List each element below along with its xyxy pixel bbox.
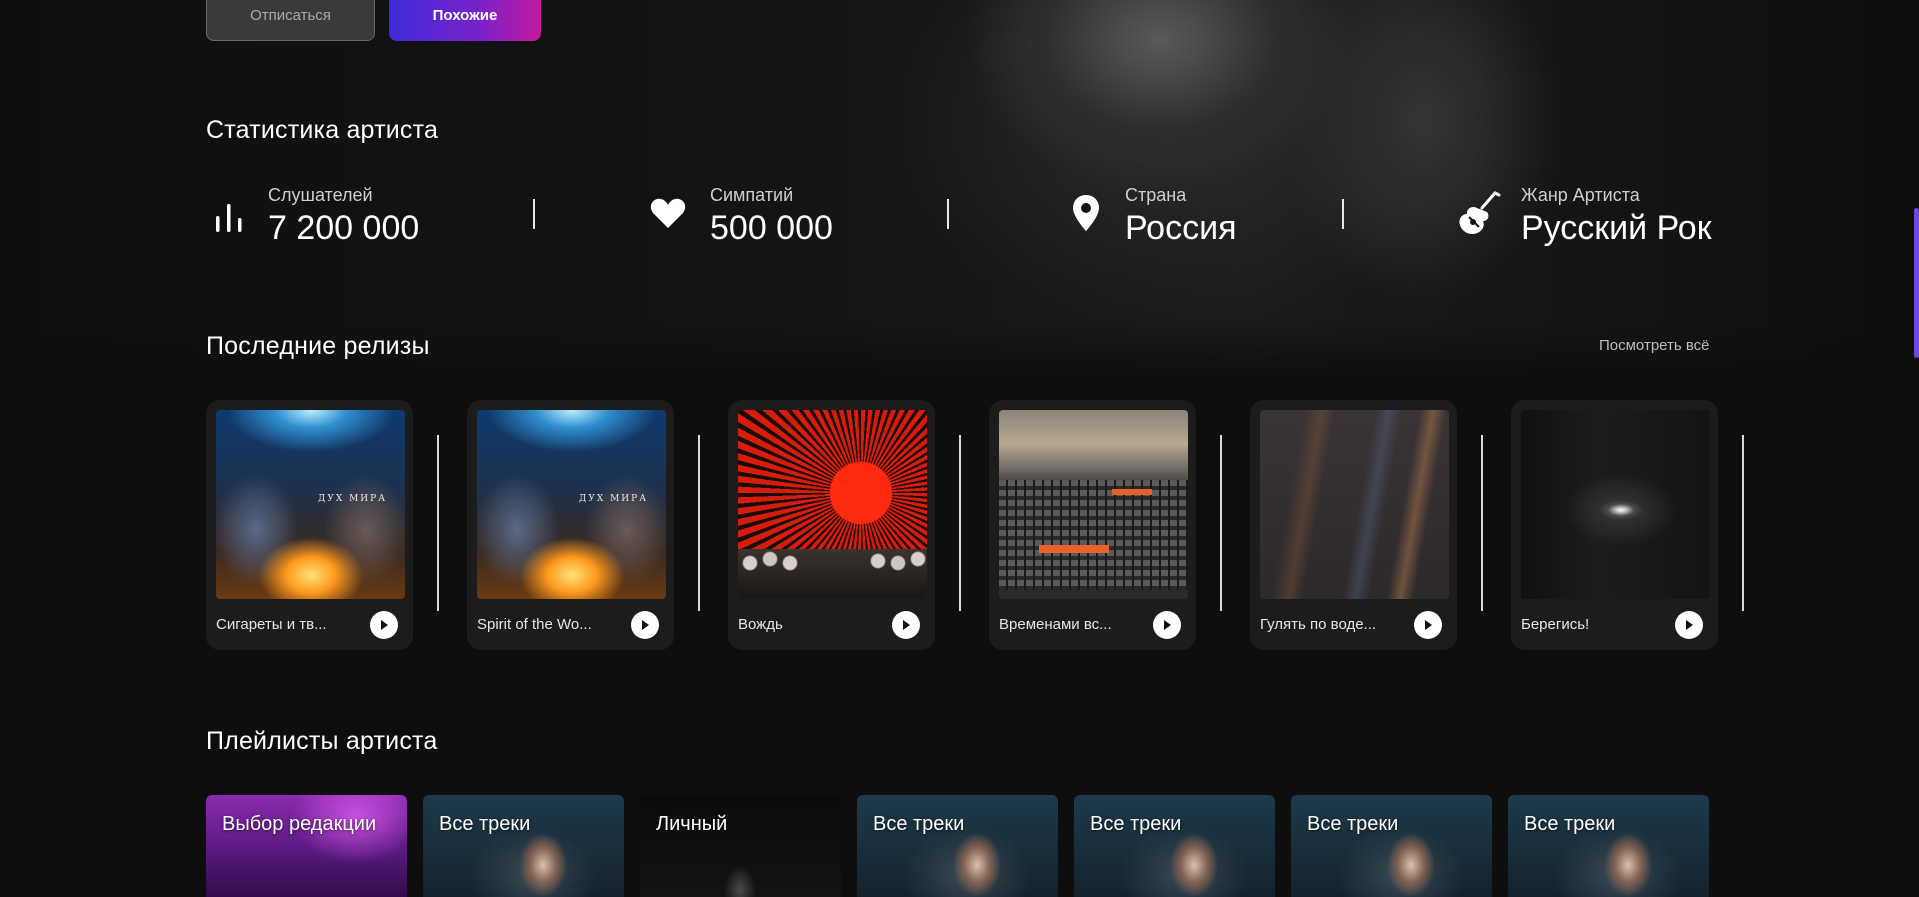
cover-crowd-illustration [738, 549, 927, 599]
stat-likes-label: Симпатий [710, 185, 794, 205]
playlist-name: Выбор редакции [222, 813, 377, 835]
stat-country-label: Страна [1125, 185, 1187, 205]
stat-genre: Жанр Артиста Русский Рок [1455, 185, 1715, 255]
stat-listeners-label: Слушателей [268, 185, 373, 205]
play-button[interactable] [1675, 611, 1703, 639]
stat-country: Страна Россия [1066, 185, 1316, 255]
electric-guitar-icon [1459, 191, 1501, 235]
release-cover [999, 410, 1188, 599]
release-cover [1260, 410, 1449, 599]
stat-divider [947, 199, 949, 229]
release-divider [959, 435, 961, 611]
releases-title: Последние релизы [206, 332, 430, 360]
release-name: Spirit of the Wo... [477, 616, 592, 633]
release-card[interactable]: ДУХ МИРА Сигареты и тв... [206, 400, 413, 650]
bars-chart-icon [216, 204, 242, 232]
play-button[interactable] [370, 611, 398, 639]
similar-artists-button[interactable]: Похожие [389, 0, 541, 41]
release-name: Временами вс... [999, 616, 1112, 633]
release-card[interactable]: Временами вс... [989, 400, 1196, 650]
release-divider [1742, 435, 1744, 611]
release-divider [437, 435, 439, 611]
play-icon [1686, 620, 1693, 630]
playlist-card[interactable]: Выбор редакции [206, 795, 407, 897]
scrollbar-thumb[interactable] [1914, 208, 1919, 358]
playlist-name: Все треки [1307, 813, 1399, 835]
playlist-card[interactable]: Все треки [423, 795, 624, 897]
stat-genre-label: Жанр Артиста [1521, 185, 1640, 205]
release-card[interactable]: Берегись! [1511, 400, 1718, 650]
release-cover: ДУХ МИРА [216, 410, 405, 599]
playlist-name: Все треки [873, 813, 965, 835]
cover-building-illustration [999, 480, 1188, 590]
stat-listeners: Слушателей 7 200 000 [206, 185, 456, 255]
playlist-name: Все треки [1090, 813, 1182, 835]
stat-likes-value: 500 000 [710, 209, 833, 247]
stat-country-value: Россия [1125, 209, 1237, 247]
playlist-card[interactable]: Все треки [1291, 795, 1492, 897]
release-name: Сигареты и тв... [216, 616, 327, 633]
stat-genre-value: Русский Рок [1521, 209, 1712, 247]
stat-divider [533, 199, 535, 229]
release-name: Гулять по воде... [1260, 616, 1377, 633]
playlist-name: Личный [656, 813, 728, 835]
artist-page: Отписаться Похожие Статистика артиста Сл… [0, 0, 1919, 897]
release-divider [698, 435, 700, 611]
play-button[interactable] [892, 611, 920, 639]
cover-sign [1112, 489, 1152, 495]
release-divider [1481, 435, 1483, 611]
playlist-name: Все треки [1524, 813, 1616, 835]
play-icon [1425, 620, 1432, 630]
cover-sign [1039, 545, 1109, 553]
stats-title: Статистика артиста [206, 116, 439, 144]
release-cover: ДУХ МИРА [477, 410, 666, 599]
play-icon [903, 620, 910, 630]
cover-title-text: ДУХ МИРА [579, 494, 649, 504]
play-icon [381, 620, 388, 630]
play-button[interactable] [1153, 611, 1181, 639]
release-cover [738, 410, 927, 599]
stat-likes: Симпатий 500 000 [648, 185, 898, 255]
release-cover [1521, 410, 1710, 599]
play-button[interactable] [631, 611, 659, 639]
release-card[interactable]: Гулять по воде... [1250, 400, 1457, 650]
playlist-card[interactable]: Все треки [1074, 795, 1275, 897]
release-card[interactable]: Вождь [728, 400, 935, 650]
playlist-card[interactable]: Все треки [1508, 795, 1709, 897]
playlist-card[interactable]: Все треки [857, 795, 1058, 897]
release-name: Берегись! [1521, 616, 1590, 633]
play-icon [642, 620, 649, 630]
release-divider [1220, 435, 1222, 611]
see-all-link[interactable]: Посмотреть всё [1599, 337, 1710, 354]
location-pin-icon [1073, 195, 1099, 231]
stat-listeners-value: 7 200 000 [268, 209, 420, 247]
release-card[interactable]: ДУХ МИРА Spirit of the Wo... [467, 400, 674, 650]
cover-title-text: ДУХ МИРА [318, 494, 388, 504]
playlists-title: Плейлисты артиста [206, 727, 438, 755]
playlist-name: Все треки [439, 813, 531, 835]
heart-icon [650, 198, 686, 228]
stat-divider [1342, 199, 1344, 229]
play-button[interactable] [1414, 611, 1442, 639]
playlist-card[interactable]: Личный [640, 795, 841, 897]
release-name: Вождь [738, 616, 783, 633]
play-icon [1164, 620, 1171, 630]
unsubscribe-button[interactable]: Отписаться [206, 0, 375, 41]
